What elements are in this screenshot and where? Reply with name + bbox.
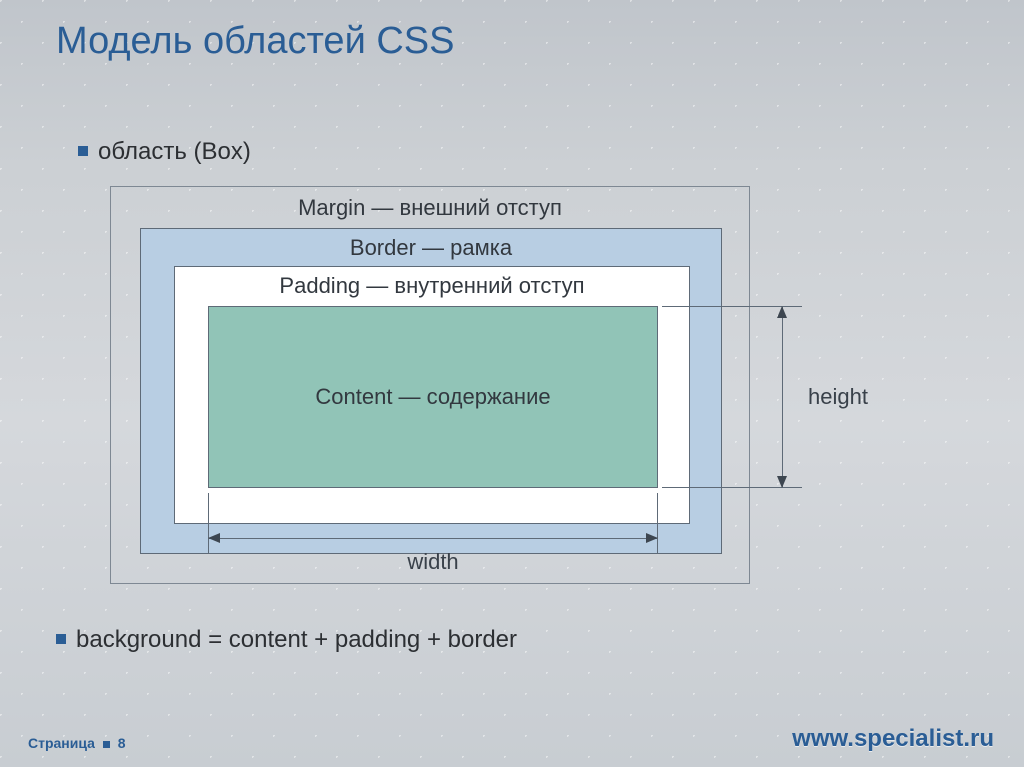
page-number: 8 bbox=[118, 735, 126, 751]
page-label: Страница bbox=[28, 735, 95, 751]
content-label: Content — содержание bbox=[315, 384, 550, 410]
content-box: Content — содержание bbox=[208, 306, 658, 488]
width-label: width bbox=[208, 549, 658, 575]
dim-extension-line bbox=[208, 493, 209, 553]
bullet-background: background = content + padding + border bbox=[56, 626, 517, 654]
height-label: height bbox=[808, 384, 868, 410]
box-model-diagram: Margin — внешний отступ Border — рамка P… bbox=[110, 186, 750, 584]
arrow-right-icon bbox=[646, 533, 658, 543]
arrow-left-icon bbox=[208, 533, 220, 543]
padding-label: Padding — внутренний отступ bbox=[175, 273, 689, 299]
site-url: www.specialist.ru bbox=[792, 725, 994, 753]
width-dimension: width bbox=[208, 493, 658, 573]
border-label: Border — рамка bbox=[141, 235, 721, 261]
bullet-icon bbox=[56, 634, 66, 644]
arrow-up-icon bbox=[777, 306, 787, 318]
page-indicator: Страница 8 bbox=[28, 735, 126, 751]
height-dimension: height bbox=[662, 306, 822, 488]
arrow-down-icon bbox=[777, 476, 787, 488]
bullet-icon bbox=[78, 146, 88, 156]
dim-extension-line bbox=[657, 493, 658, 553]
bullet-background-text: background = content + padding + border bbox=[76, 626, 517, 653]
separator-icon bbox=[103, 741, 110, 748]
dim-line bbox=[782, 306, 783, 488]
bullet-box-text: область (Box) bbox=[98, 138, 251, 165]
slide-title: Модель областей CSS bbox=[56, 20, 454, 63]
margin-label: Margin — внешний отступ bbox=[111, 195, 749, 221]
dim-line bbox=[208, 538, 658, 539]
bullet-box: область (Box) bbox=[78, 138, 251, 166]
